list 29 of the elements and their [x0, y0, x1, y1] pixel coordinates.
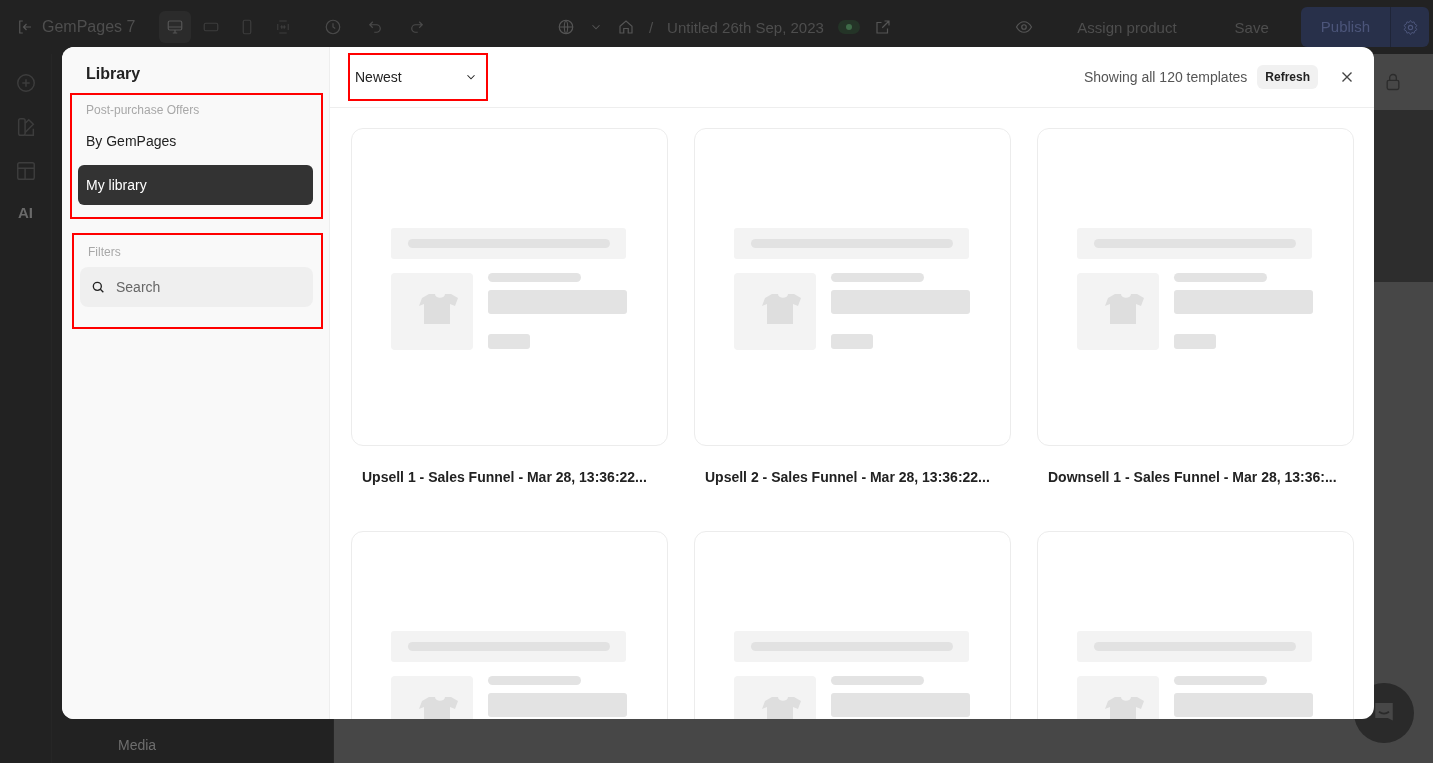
- section-heading: Post-purchase Offers: [86, 103, 201, 117]
- template-card[interactable]: [694, 128, 1011, 446]
- refresh-button[interactable]: Refresh: [1257, 65, 1318, 89]
- template-card[interactable]: [351, 128, 668, 446]
- home-icon[interactable]: [616, 18, 635, 36]
- media-label[interactable]: Media: [118, 737, 333, 753]
- globe-icon[interactable]: [556, 18, 575, 36]
- library-title: Library: [86, 65, 142, 83]
- preview-icon[interactable]: [1015, 18, 1034, 36]
- filters-heading: Filters: [88, 245, 122, 259]
- exit-icon[interactable]: [16, 18, 34, 36]
- template-card[interactable]: [1037, 128, 1354, 446]
- history-icon[interactable]: [324, 18, 343, 36]
- settings-icon[interactable]: [1401, 18, 1419, 36]
- library-menu-item[interactable]: By GemPages: [78, 121, 313, 161]
- desktop-icon[interactable]: [166, 18, 185, 36]
- template-name: Upsell 2 - Sales Funnel - Mar 28, 13:36:22...: [705, 469, 991, 485]
- library-menu-item[interactable]: My library: [78, 165, 313, 205]
- template-count: Showing all 120 templates: [1083, 69, 1248, 85]
- add-icon[interactable]: [14, 72, 37, 94]
- template-name: Upsell 1 - Sales Funnel - Mar 28, 13:36:22...: [362, 469, 648, 485]
- search-field[interactable]: Search: [80, 267, 313, 307]
- external-link-icon[interactable]: [873, 18, 892, 36]
- layout-icon[interactable]: [14, 160, 37, 182]
- search-icon: [90, 279, 106, 295]
- ai-label[interactable]: AI: [18, 204, 33, 221]
- sort-dropdown[interactable]: Newest: [350, 55, 486, 99]
- template-name: Downsell 1 - Sales Funnel - Mar 28, 13:36:...: [1048, 469, 1338, 485]
- breadcrumb-separator: /: [648, 18, 654, 36]
